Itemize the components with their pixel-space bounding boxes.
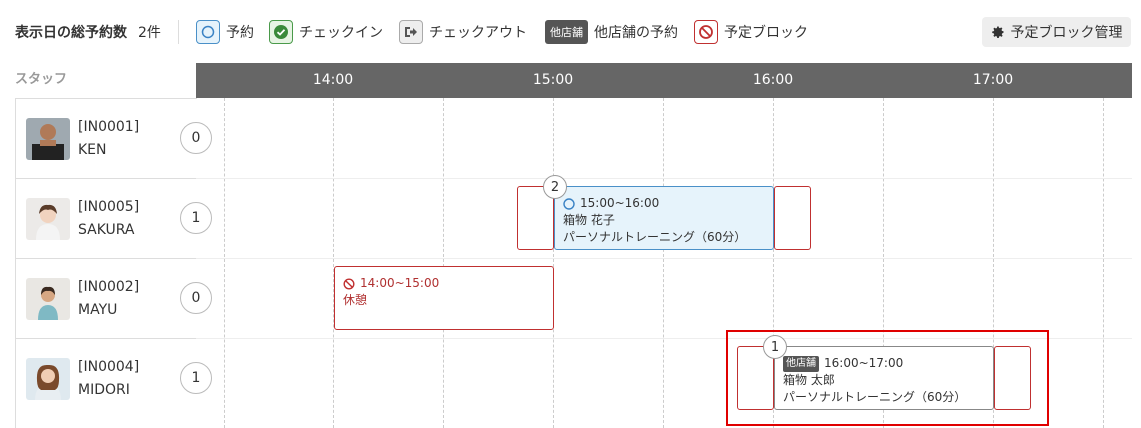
legend-other-store-label: 他店舗の予約: [594, 25, 678, 41]
reservation-count-badge: 2: [543, 175, 567, 199]
block-management-button[interactable]: 予定ブロック管理: [982, 17, 1131, 47]
row-line: [196, 258, 1132, 259]
legend-block: 予定ブロック: [694, 19, 808, 45]
staff-row[interactable]: [IN0005] SAKURA 1: [16, 178, 212, 258]
legend-checkin-label: チェックイン: [299, 25, 383, 41]
staff-row[interactable]: [IN0002] MAYU 0: [16, 258, 212, 338]
reservation-count-badge: 1: [763, 335, 787, 359]
staff-code: [IN0005]: [78, 199, 140, 215]
staff-row[interactable]: [IN0001] KEN 0: [16, 98, 212, 178]
avatar: [26, 358, 70, 400]
staff-code: [IN0002]: [78, 279, 140, 295]
customer-name: 箱物 花子: [563, 213, 615, 227]
legend-reservation-label: 予約: [226, 25, 254, 41]
staff-code: [IN0001]: [78, 119, 140, 135]
menu-name: パーソナルトレーニング（60分）: [563, 230, 747, 244]
legend-other-store: 他店舗 他店舗の予約: [545, 19, 678, 45]
staff-reservation-count: 1: [180, 362, 212, 394]
legend-checkout-label: チェックアウト: [429, 25, 527, 41]
ban-icon: [694, 20, 718, 44]
staff-name: KEN: [78, 142, 107, 158]
avatar: [26, 118, 70, 160]
sign-out-icon: [399, 20, 423, 44]
hour-label: 15:00: [532, 72, 574, 88]
row-line: [196, 178, 1132, 179]
reservation-icon: [563, 197, 575, 210]
grid-line: [663, 98, 664, 428]
staff-name: MIDORI: [78, 382, 130, 398]
gear-icon: [991, 26, 1004, 39]
legend-bar: 表示日の総予約数 2件 予約 チェックイン チェックアウト 他店舗 他店舗の予約…: [0, 0, 1141, 62]
grid-line: [1103, 98, 1104, 428]
avatar: [26, 198, 70, 240]
block-management-label: 予定ブロック管理: [1010, 25, 1123, 41]
reservation-card[interactable]: 15:00~16:00 箱物 花子 パーソナルトレーニング（60分）: [554, 186, 774, 250]
legend-checkin: チェックイン: [269, 19, 383, 45]
timeline-header: 14:00 15:00 16:00 17:00: [196, 63, 1132, 98]
staff-header: スタッフ: [15, 72, 68, 87]
grid-line: [443, 98, 444, 428]
block-buffer[interactable]: [774, 186, 811, 250]
hour-label: 17:00: [972, 72, 1014, 88]
staff-reservation-count: 0: [180, 122, 212, 154]
staff-row[interactable]: [IN0004] MIDORI 1: [16, 338, 212, 418]
hour-label: 14:00: [312, 72, 354, 88]
legend-block-label: 予定ブロック: [724, 25, 808, 41]
avatar: [26, 278, 70, 320]
reservation-icon: [196, 20, 220, 44]
total-reservations-label: 表示日の総予約数: [15, 25, 127, 41]
legend-reservation: 予約: [196, 19, 254, 45]
divider: [178, 20, 179, 44]
staff-code: [IN0004]: [78, 359, 140, 375]
staff-column: [IN0001] KEN 0 [IN0005] SAKURA 1 [IN0002…: [15, 98, 212, 428]
hour-label: 16:00: [752, 72, 794, 88]
other-store-tag: 他店舗: [545, 20, 588, 44]
ban-icon: [343, 277, 355, 290]
total-reservations-count: 2件: [138, 25, 161, 41]
grid-line: [553, 98, 554, 428]
block-time: 14:00~15:00: [360, 276, 440, 290]
grid-line: [224, 98, 225, 428]
block-card[interactable]: 14:00~15:00 休憩: [334, 266, 554, 330]
staff-name: MAYU: [78, 302, 118, 318]
staff-name: SAKURA: [78, 222, 135, 238]
check-circle-icon: [269, 20, 293, 44]
staff-reservation-count: 1: [180, 202, 212, 234]
staff-reservation-count: 0: [180, 282, 212, 314]
grid-line: [333, 98, 334, 428]
legend-checkout: チェックアウト: [399, 19, 527, 45]
block-title: 休憩: [343, 293, 368, 307]
reservation-time: 15:00~16:00: [580, 196, 660, 210]
